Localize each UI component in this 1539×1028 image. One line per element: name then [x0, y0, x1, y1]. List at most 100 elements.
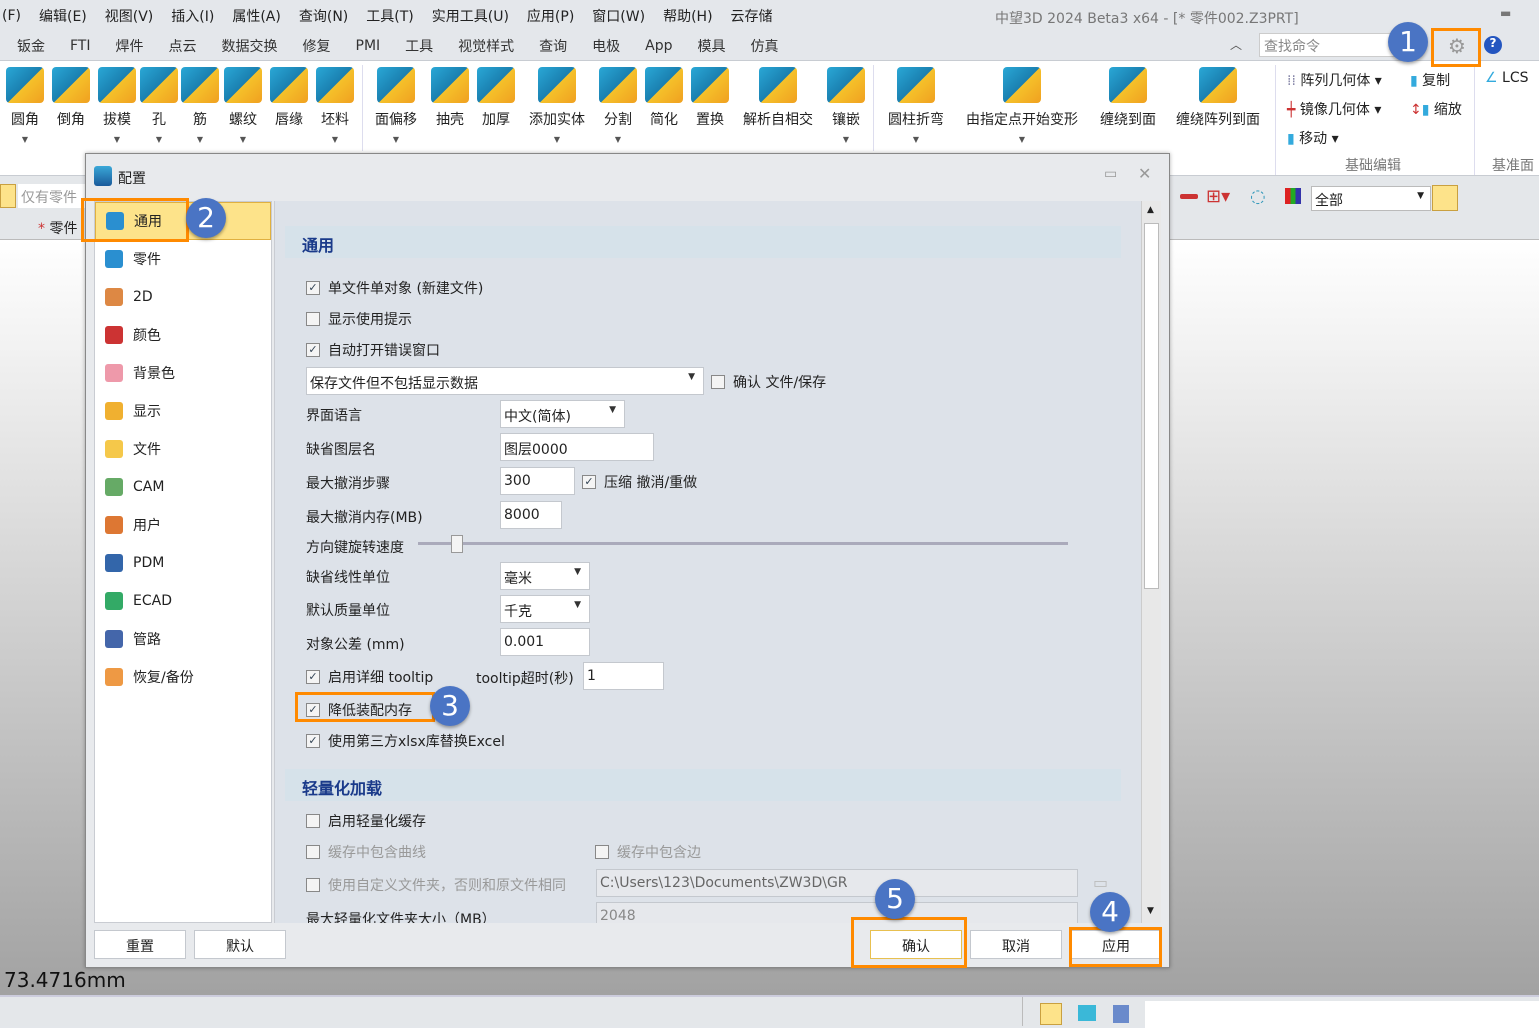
folder-icon[interactable]: ▭	[1093, 873, 1108, 892]
nav-item[interactable]: 背景色	[95, 354, 271, 392]
tolerance-input[interactable]: 0.001	[500, 628, 590, 656]
nav-item[interactable]: 颜色	[95, 316, 271, 354]
save-mode-select[interactable]: 保存文件但不包括显示数据 ▼	[306, 367, 704, 395]
menu-utilities[interactable]: 实用工具(U)	[432, 6, 509, 26]
mass-unit-select[interactable]: 千克 ▼	[500, 595, 590, 623]
undo-mem-input[interactable]: 8000	[500, 501, 562, 529]
nav-item[interactable]: 零件	[95, 240, 271, 278]
filter-select[interactable]: 全部 ▼	[1311, 186, 1431, 211]
menu-tools[interactable]: 工具(T)	[366, 6, 413, 26]
undo-steps-input[interactable]: 300	[500, 467, 575, 495]
nav-item[interactable]: CAM	[95, 468, 271, 506]
reset-button[interactable]: 重置	[94, 930, 186, 959]
nav-item[interactable]: 恢复/备份	[95, 658, 271, 696]
scale-button[interactable]: ↕▮ 缩放	[1410, 99, 1462, 119]
nav-item[interactable]: 用户	[95, 506, 271, 544]
ribbon-button[interactable]: 由指定点开始变形 ▼	[962, 67, 1082, 145]
ribbon-button[interactable]: 面偏移 ▼	[366, 67, 426, 145]
ribbon-button[interactable]: 镶嵌 ▼	[816, 67, 876, 145]
cancel-button[interactable]: 取消	[970, 930, 1062, 959]
filter-input[interactable]: 仅有零件	[18, 184, 88, 208]
nav-item[interactable]: 2D	[95, 278, 271, 316]
vertical-scrollbar[interactable]: ▲ ▼	[1141, 201, 1161, 923]
ribbon-tab[interactable]: 工具	[405, 36, 433, 56]
scroll-up-icon[interactable]: ▲	[1147, 205, 1154, 215]
command-input[interactable]	[1145, 1001, 1539, 1028]
ribbon-button[interactable]: 加厚	[466, 67, 526, 145]
mirror-geometry-button[interactable]: ┿ 镜像几何体 ▾	[1287, 99, 1381, 119]
remove-icon[interactable]	[1180, 194, 1198, 199]
ribbon-tab[interactable]: 修复	[303, 36, 331, 56]
close-icon[interactable]: ✕	[1138, 164, 1151, 183]
ribbon-tab[interactable]: 点云	[169, 36, 197, 56]
ribbon-tab[interactable]: 模具	[698, 36, 726, 56]
menu-apps[interactable]: 应用(P)	[527, 6, 574, 26]
part-filter-icon[interactable]	[0, 184, 16, 208]
nav-item[interactable]: ECAD	[95, 582, 271, 620]
ribbon-button[interactable]: 添加实体 ▼	[527, 67, 587, 145]
pattern-geometry-button[interactable]: ⁞⁞ 阵列几何体 ▾	[1287, 70, 1382, 90]
ribbon-tab[interactable]: 钣金	[17, 36, 45, 56]
menu-inquire[interactable]: 查询(N)	[299, 6, 348, 26]
layer-name-input[interactable]: 图层0000	[500, 433, 654, 461]
max-size-input[interactable]: 2048	[596, 902, 1078, 923]
minimize-button[interactable]: ▬	[1500, 6, 1511, 20]
tree-item-part[interactable]: * 零件	[38, 218, 77, 238]
nav-item[interactable]: PDM	[95, 544, 271, 582]
circle-select-icon[interactable]: ◌	[1250, 186, 1266, 207]
ribbon-tab[interactable]: 视觉样式	[458, 36, 514, 56]
menu-cloud[interactable]: 云存储	[731, 6, 773, 26]
move-button[interactable]: ▮ 移动 ▾	[1287, 128, 1339, 148]
scroll-thumb[interactable]	[1144, 223, 1159, 589]
single-file-checkbox[interactable]: ✓ 单文件单对象 (新建文件)	[306, 278, 483, 298]
nav-item[interactable]: 显示	[95, 392, 271, 430]
scroll-down-icon[interactable]: ▼	[1147, 906, 1154, 916]
ribbon-button[interactable]: 缠绕阵列到面	[1158, 67, 1278, 145]
default-button[interactable]: 默认	[194, 930, 286, 959]
confirm-save-checkbox[interactable]: 确认 文件/保存	[711, 372, 826, 392]
cache-edges-checkbox[interactable]: 缓存中包含边	[595, 842, 701, 862]
compress-undo-checkbox[interactable]: ✓ 压缩 撤消/重做	[582, 472, 697, 492]
lcs-button[interactable]: ∠ LCS	[1485, 70, 1528, 86]
custom-folder-checkbox[interactable]: 使用自定义文件夹，否则和原文件相同	[306, 875, 566, 895]
light-cache-checkbox[interactable]: 启用轻量化缓存	[306, 811, 426, 831]
ribbon-tab[interactable]: 数据交换	[222, 36, 278, 56]
ribbon-tab[interactable]: 仿真	[751, 36, 779, 56]
help-icon[interactable]: ?	[1484, 36, 1502, 54]
monitor-icon[interactable]	[1078, 1005, 1096, 1021]
xlsx-checkbox[interactable]: ✓ 使用第三方xlsx库替换Excel	[306, 731, 505, 751]
tooltip-timeout-input[interactable]: 1	[583, 662, 664, 690]
ribbon-tab[interactable]: 查询	[539, 36, 567, 56]
status-view-icon[interactable]	[1040, 1003, 1062, 1025]
ribbon-tab[interactable]: App	[645, 38, 672, 54]
menu-attribute[interactable]: 属性(A)	[232, 6, 281, 26]
language-select[interactable]: 中文(简体) ▼	[500, 400, 625, 428]
menu-file[interactable]: (F)	[2, 8, 21, 24]
ribbon-button[interactable]: 圆柱折弯 ▼	[886, 67, 946, 145]
color-filter-icon[interactable]	[1285, 188, 1301, 204]
auto-error-checkbox[interactable]: ✓ 自动打开错误窗口	[306, 340, 440, 360]
ribbon-tab[interactable]: 焊件	[116, 36, 144, 56]
menu-window[interactable]: 窗口(W)	[592, 6, 645, 26]
nav-item[interactable]: 管路	[95, 620, 271, 658]
menu-view[interactable]: 视图(V)	[105, 6, 154, 26]
panel-icon[interactable]	[1113, 1005, 1129, 1023]
part-icon[interactable]	[1432, 185, 1458, 211]
ribbon-tab[interactable]: PMI	[356, 38, 381, 54]
menu-help[interactable]: 帮助(H)	[663, 6, 712, 26]
menu-edit[interactable]: 编辑(E)	[39, 6, 87, 26]
menu-insert[interactable]: 插入(I)	[171, 6, 214, 26]
cache-curves-checkbox[interactable]: 缓存中包含曲线	[306, 842, 426, 862]
rotate-speed-slider[interactable]	[418, 542, 1068, 545]
ribbon-tab[interactable]: FTI	[70, 38, 91, 54]
tooltip-checkbox[interactable]: ✓ 启用详细 tooltip	[306, 667, 433, 687]
add-selection-icon[interactable]: ⊞▾	[1206, 186, 1230, 207]
ribbon-tab[interactable]: 电极	[592, 36, 620, 56]
collapse-ribbon-icon[interactable]: ︿	[1230, 36, 1242, 53]
comment-icon[interactable]: ▭	[1104, 166, 1117, 182]
nav-item[interactable]: 文件	[95, 430, 271, 468]
ribbon-button[interactable]: 坯料 ▼	[305, 67, 365, 145]
ribbon-button[interactable]: 缠绕到面	[1098, 67, 1158, 145]
command-search-input[interactable]: 查找命令	[1259, 33, 1399, 57]
custom-folder-input[interactable]: C:\Users\123\Documents\ZW3D\GR	[596, 869, 1078, 897]
